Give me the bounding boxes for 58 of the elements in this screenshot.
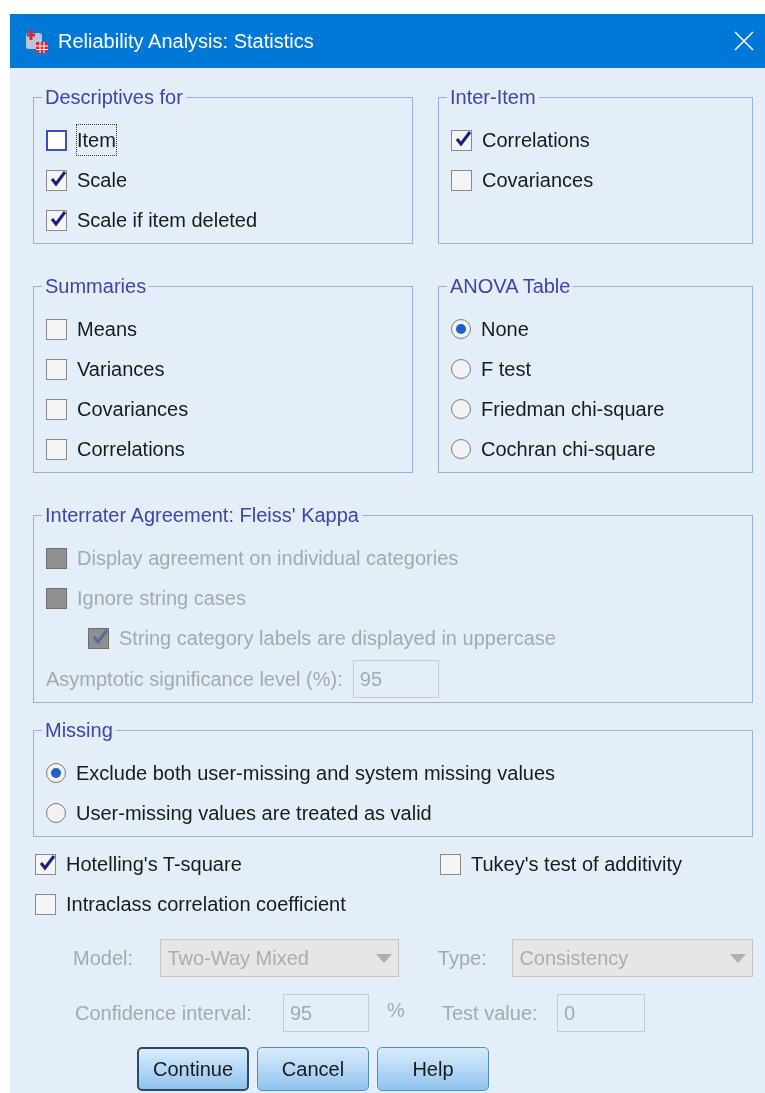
group-title: Inter-Item — [449, 85, 537, 110]
dialog-button[interactable]: Help — [377, 1047, 489, 1091]
close-icon[interactable] — [733, 30, 755, 52]
checkbox[interactable] — [35, 893, 56, 915]
unit-label: % — [387, 998, 406, 1023]
dropdown-label: Model: — [73, 946, 135, 971]
checkbox-label: Scale if item deleted — [77, 208, 258, 233]
radio-label: Exclude both user-missing and system missing values — [76, 761, 556, 786]
field-label: Asymptotic significance level (%): — [46, 666, 343, 692]
group-title: Missing — [44, 718, 114, 743]
radio-button[interactable] — [451, 439, 471, 459]
checkbox[interactable] — [46, 358, 67, 380]
checkbox-label: Variances — [77, 357, 165, 382]
radio-label: None — [481, 317, 529, 342]
group-title: ANOVA Table — [449, 274, 572, 299]
checkbox[interactable] — [35, 853, 56, 875]
checkbox-label: Scale — [77, 168, 128, 193]
checkbox[interactable] — [46, 209, 67, 231]
checkbox[interactable] — [440, 853, 461, 875]
field-label: Confidence interval: — [75, 1001, 253, 1026]
checkbox-label: Correlations — [77, 437, 185, 462]
checkbox-label: Means — [77, 317, 138, 342]
dropdown-arrow-icon — [730, 953, 746, 963]
dialog-button[interactable]: Cancel — [257, 1047, 369, 1091]
radio-label: Friedman chi-square — [481, 397, 665, 422]
group-title: Descriptives for — [44, 85, 184, 110]
radio-button[interactable] — [46, 763, 66, 783]
checkbox-label: Correlations — [482, 128, 590, 153]
dialog-button[interactable]: Continue — [137, 1047, 249, 1091]
checkbox[interactable] — [46, 129, 67, 151]
checkbox[interactable] — [46, 318, 67, 340]
radio-label: Cochran chi-square — [481, 437, 656, 462]
dropdown-arrow-icon — [376, 953, 393, 963]
radio-label: F test — [481, 357, 531, 382]
checkbox-label: Intraclass correlation coefficient — [66, 892, 346, 917]
radio-button[interactable] — [46, 803, 66, 823]
checkbox[interactable] — [451, 129, 472, 151]
checkbox-label: Tukey's test of additivity — [471, 852, 682, 877]
radio-label: User-missing values are treated as valid — [76, 801, 432, 826]
checkbox-label: Covariances — [482, 168, 594, 193]
radio-button[interactable] — [451, 359, 471, 379]
checkbox-label: Display agreement on individual categories — [77, 546, 459, 571]
group-title: Summaries — [44, 274, 148, 299]
field-label: Test value: — [442, 1001, 539, 1026]
checkbox-label: Item — [77, 125, 116, 155]
checkbox[interactable] — [451, 169, 472, 191]
checkbox-label: String category labels are displayed in uppercase — [119, 626, 556, 651]
checkbox[interactable] — [46, 169, 67, 191]
checkbox[interactable] — [46, 438, 67, 460]
radio-button[interactable] — [451, 399, 471, 419]
radio-button[interactable] — [451, 319, 471, 339]
group-title: Interrater Agreement: Fleiss' Kappa — [44, 503, 360, 528]
dropdown-label: Type: — [437, 946, 488, 971]
checkbox-label: Ignore string cases — [77, 586, 246, 611]
window-title: Reliability Analysis: Statistics — [58, 29, 315, 54]
checkbox-label: Covariances — [77, 397, 189, 422]
checkbox-label: Hotelling's T-square — [66, 852, 242, 877]
checkbox[interactable] — [46, 398, 67, 420]
